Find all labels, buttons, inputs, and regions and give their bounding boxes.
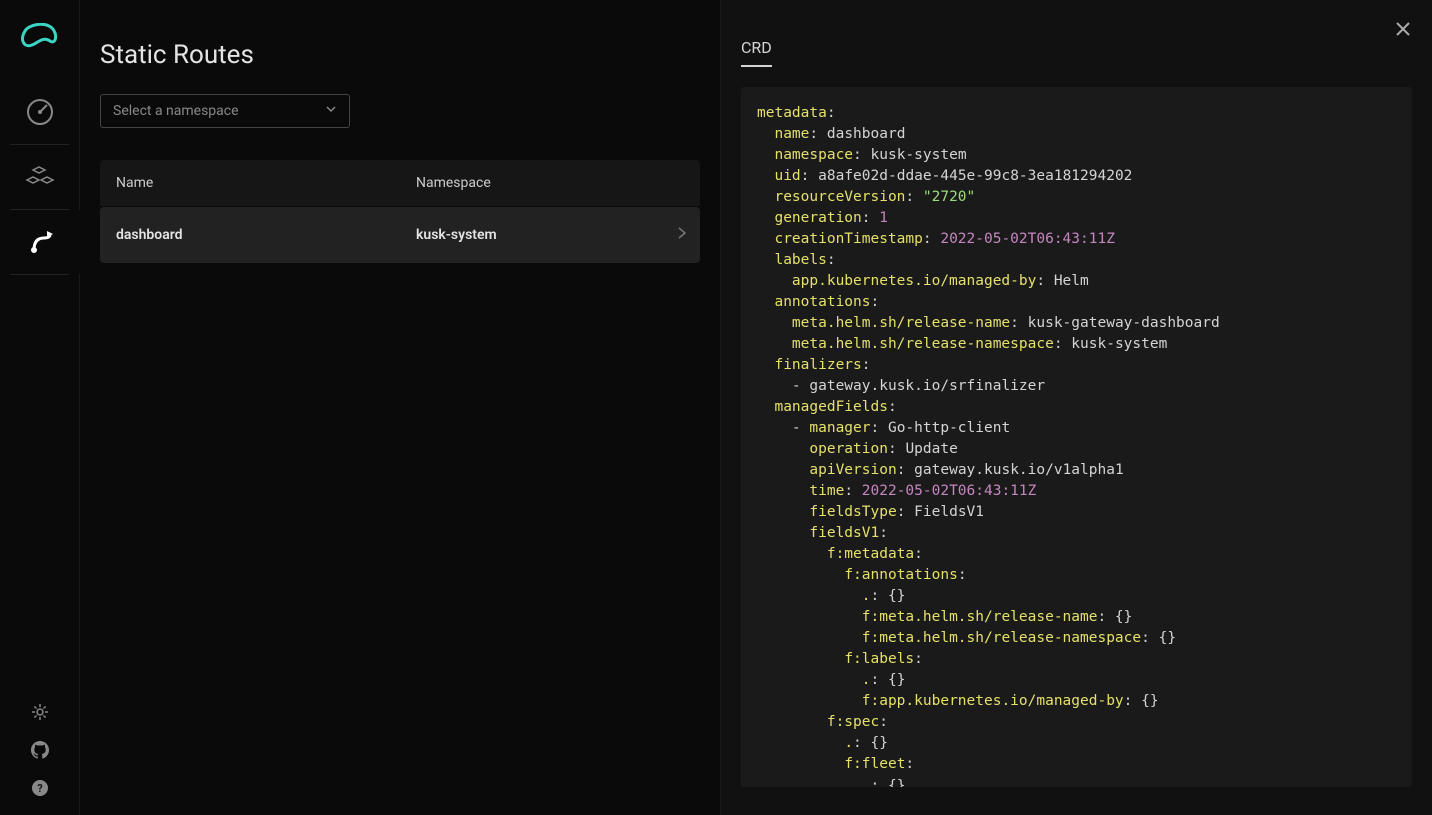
tab-crd[interactable]: CRD — [741, 38, 772, 67]
yaml-viewer: metadata: name: dashboard namespace: kus… — [741, 87, 1412, 787]
cell-namespace: kusk-system — [400, 227, 660, 243]
namespace-placeholder: Select a namespace — [113, 103, 239, 119]
th-namespace: Namespace — [400, 160, 660, 206]
routes-table: Name Namespace dashboard kusk-system — [100, 160, 700, 263]
table-row[interactable]: dashboard kusk-system — [100, 207, 700, 263]
close-icon[interactable] — [1394, 20, 1412, 42]
route-icon[interactable] — [0, 210, 80, 274]
chevron-down-icon — [325, 103, 337, 119]
help-icon[interactable]: ? — [0, 769, 80, 807]
sidebar: ? — [0, 0, 80, 815]
cubes-icon[interactable] — [0, 145, 80, 209]
namespace-select[interactable]: Select a namespace — [100, 94, 350, 128]
logo-icon[interactable] — [0, 0, 80, 80]
dashboard-icon[interactable] — [0, 80, 80, 144]
page-title: Static Routes — [100, 40, 720, 70]
gear-icon[interactable] — [0, 693, 80, 731]
github-icon[interactable] — [0, 731, 80, 769]
detail-panel: CRD metadata: name: dashboard namespace:… — [720, 0, 1432, 815]
th-name: Name — [100, 160, 400, 206]
table-header: Name Namespace — [100, 160, 700, 206]
main-content: Static Routes Select a namespace Name Na… — [80, 0, 720, 815]
cell-name: dashboard — [100, 227, 400, 243]
chevron-right-icon — [660, 226, 700, 244]
svg-text:?: ? — [37, 782, 43, 795]
